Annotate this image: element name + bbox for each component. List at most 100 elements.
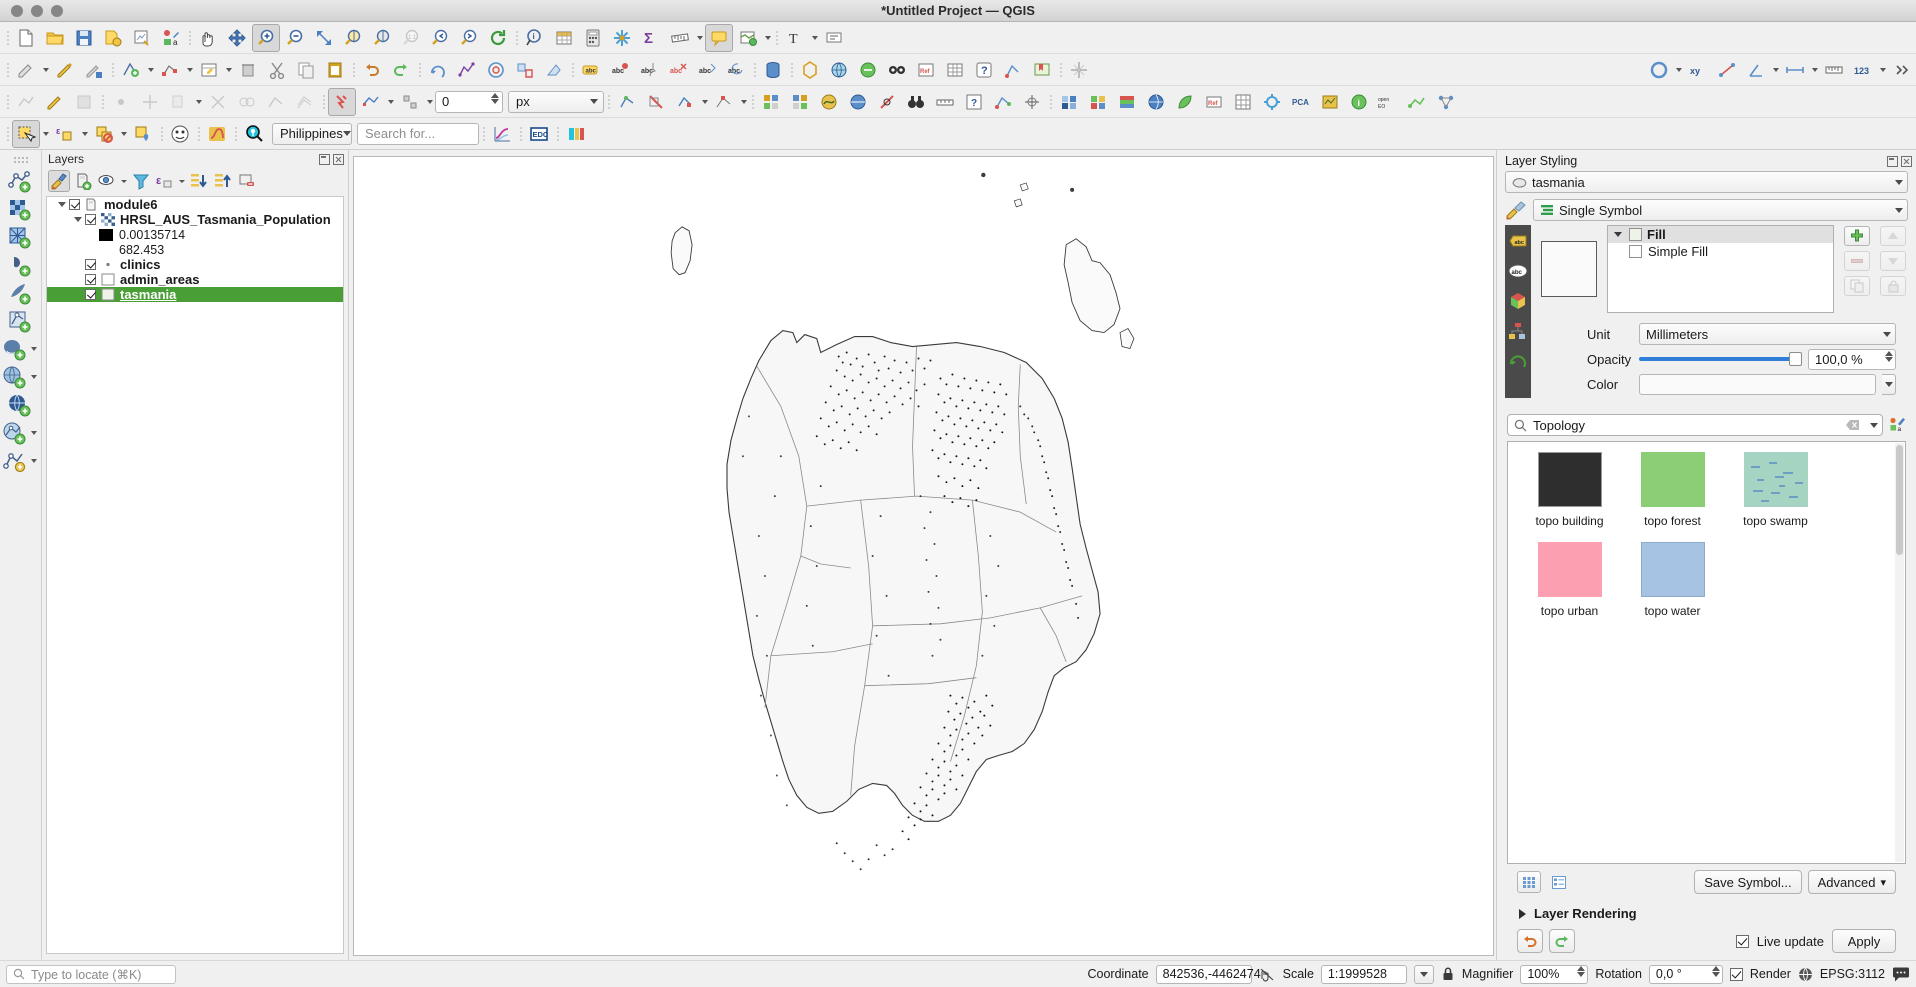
add-vector-layer-icon[interactable] <box>8 308 34 334</box>
simplify-feature-icon[interactable] <box>453 56 481 84</box>
zoom-full-icon[interactable] <box>310 24 338 52</box>
binoculars-icon[interactable] <box>902 88 930 116</box>
layer-visibility-checkbox[interactable] <box>85 274 96 285</box>
snapping-units-select[interactable]: px <box>508 90 604 113</box>
symbol-layer-tree[interactable]: Fill Simple Fill <box>1607 225 1834 313</box>
toolbar-separator[interactable] <box>480 123 487 145</box>
snapping-type-caret[interactable] <box>425 88 434 116</box>
symbol-item[interactable]: topo urban <box>1518 542 1621 618</box>
snapping-mode-icon[interactable] <box>357 88 385 116</box>
expand-icon[interactable] <box>1519 908 1526 919</box>
annotations-icon[interactable]: T <box>781 24 809 52</box>
pca-icon[interactable]: PCA <box>1287 88 1315 116</box>
toolbar-separator[interactable] <box>99 91 106 113</box>
current-edits-caret[interactable] <box>41 56 50 84</box>
tab-3d-view[interactable] <box>1508 291 1528 311</box>
toolbar-separator[interactable] <box>554 123 561 145</box>
distance-icon[interactable] <box>1781 56 1809 84</box>
georeferencer-icon[interactable] <box>825 56 853 84</box>
move-symbol-layer-down-button[interactable] <box>1880 251 1906 271</box>
self-snapping-icon[interactable] <box>671 88 699 116</box>
refresh-icon[interactable] <box>484 24 512 52</box>
toolbar-separator[interactable] <box>350 59 357 81</box>
leaf-icon[interactable] <box>1171 88 1199 116</box>
reshape-icon[interactable] <box>262 88 290 116</box>
toolbar-separator[interactable] <box>1047 91 1054 113</box>
copy-features-icon[interactable] <box>292 56 320 84</box>
tab-labels[interactable]: abc <box>1508 231 1528 251</box>
vertex-tool-icon[interactable] <box>156 56 184 84</box>
zoom-native-icon[interactable]: 1:1 <box>397 24 425 52</box>
label-icon[interactable]: abc <box>577 56 605 84</box>
raster-calculator-icon[interactable] <box>757 88 785 116</box>
numeric-input-icon[interactable]: 123 <box>1849 56 1877 84</box>
raster-bands-icon[interactable] <box>1113 88 1141 116</box>
select-by-expression-icon[interactable]: ε <box>51 120 79 148</box>
magnifier-spinbox[interactable]: 100% <box>1520 964 1589 984</box>
copy-style-caret[interactable] <box>194 88 203 116</box>
expand-collapse-icon[interactable] <box>1612 232 1624 237</box>
paste-features-icon[interactable] <box>321 56 349 84</box>
layer-visibility-checkbox[interactable] <box>85 289 96 300</box>
filter-legend-button[interactable] <box>130 170 152 192</box>
toggle-extents-icon[interactable] <box>1259 966 1276 982</box>
toolbar-separator[interactable] <box>1057 59 1064 81</box>
topology-icon[interactable] <box>989 88 1017 116</box>
fill-ring-icon[interactable] <box>540 56 568 84</box>
spatial-bookmark-icon[interactable] <box>1028 56 1056 84</box>
edit-pencil-icon[interactable] <box>41 88 69 116</box>
ref-icon[interactable]: Ref <box>1200 88 1228 116</box>
trace-icon[interactable] <box>12 88 40 116</box>
interpolation-icon[interactable] <box>815 88 843 116</box>
deselect-features-caret[interactable] <box>119 120 128 148</box>
symbol-item[interactable]: topo building <box>1518 452 1621 528</box>
add-xyz-layer-icon[interactable] <box>3 420 38 446</box>
opacity-spinbox[interactable]: 100,0 % <box>1808 348 1896 370</box>
lock-colors-button[interactable] <box>1880 276 1906 296</box>
gear-icon[interactable] <box>1258 88 1286 116</box>
save-edits2-icon[interactable] <box>70 88 98 116</box>
ruler-icon[interactable] <box>1820 56 1848 84</box>
add-wms-layer-icon[interactable] <box>3 364 38 390</box>
opacity-slider[interactable] <box>1639 349 1802 369</box>
ruler2-icon[interactable] <box>931 88 959 116</box>
spinner-arrows[interactable] <box>1885 350 1893 362</box>
geocoder-search-input[interactable]: Search for... <box>357 122 479 145</box>
style-manager-icon[interactable]: a <box>157 24 185 52</box>
map-view-dropdown-caret[interactable] <box>763 24 772 52</box>
add-point-feature-icon[interactable] <box>107 88 135 116</box>
offset-curve-icon[interactable] <box>291 88 319 116</box>
map-tips-icon[interactable] <box>705 23 733 52</box>
raster-classify-icon[interactable] <box>1084 88 1112 116</box>
expand-collapse-icon[interactable] <box>71 217 85 222</box>
new-project-icon[interactable] <box>12 24 40 52</box>
advanced-button[interactable]: Advanced ▾ <box>1807 870 1896 894</box>
modify-attributes-caret[interactable] <box>224 56 233 84</box>
mask-icon[interactable] <box>166 120 194 148</box>
tab-masks[interactable]: abc <box>1508 261 1528 281</box>
merge-features-icon[interactable] <box>233 88 261 116</box>
search-dropdown-caret[interactable] <box>1870 423 1878 428</box>
toolbar-separator[interactable] <box>749 91 756 113</box>
remove-layer-button[interactable] <box>236 170 258 192</box>
close-window-button[interactable] <box>11 4 23 17</box>
pin-labels-icon[interactable]: abc <box>635 56 663 84</box>
toolbar-separator[interactable] <box>109 59 116 81</box>
new-temporary-scratch-layer-icon[interactable] <box>8 252 34 278</box>
locator-input[interactable]: Type to locate (⌘K) <box>6 964 176 984</box>
add-part-icon[interactable] <box>511 56 539 84</box>
db-manager-icon[interactable] <box>759 56 787 84</box>
add-feature-caret[interactable] <box>146 56 155 84</box>
tab-diagrams[interactable] <box>1508 321 1528 341</box>
field-calculator-icon[interactable] <box>579 24 607 52</box>
style-layer-select[interactable]: tasmania <box>1505 171 1908 193</box>
symbol-search-input[interactable]: Topology <box>1507 414 1883 436</box>
circle-tool-caret[interactable] <box>1674 56 1683 84</box>
matrix-icon[interactable] <box>1229 88 1257 116</box>
filter-expression-caret[interactable] <box>178 180 186 183</box>
toolbar-separator[interactable] <box>320 91 327 113</box>
processing-hex-icon[interactable] <box>796 56 824 84</box>
clear-search-icon[interactable] <box>1845 419 1860 431</box>
layer-visibility-checkbox[interactable] <box>69 199 80 210</box>
toolbar-separator[interactable] <box>517 123 524 145</box>
